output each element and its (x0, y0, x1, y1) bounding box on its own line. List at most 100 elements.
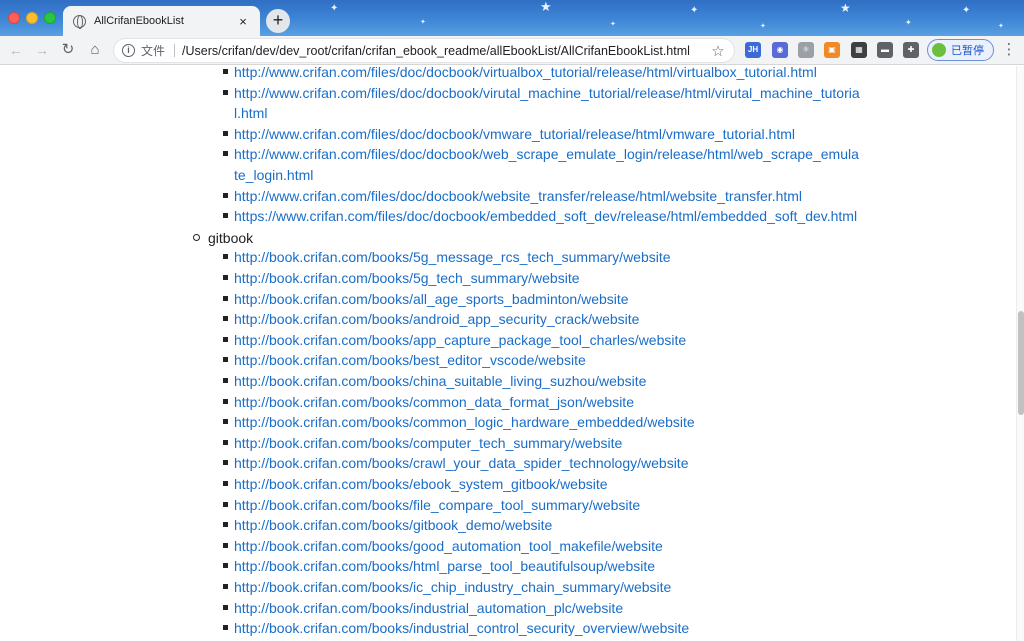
ebook-link[interactable]: http://www.crifan.com/files/doc/docbook/… (234, 126, 795, 142)
star-decoration: ✦ (962, 5, 971, 16)
url-text[interactable]: /Users/crifan/dev/dev_root/crifan/crifan… (182, 44, 710, 58)
window-maximize-button[interactable] (44, 12, 56, 24)
square-bullet-icon (223, 89, 228, 95)
ebook-link[interactable]: http://book.crifan.com/books/5g_message_… (234, 249, 671, 265)
window-minimize-button[interactable] (26, 12, 38, 24)
address-bar[interactable]: i 文件 /Users/crifan/dev/dev_root/crifan/c… (113, 38, 735, 63)
square-bullet-icon (223, 69, 228, 74)
ebook-link[interactable]: http://www.crifan.com/files/doc/docbook/… (234, 188, 802, 204)
square-bullet-icon (223, 130, 228, 136)
new-tab-button[interactable]: + (266, 9, 290, 33)
profile-paused-button[interactable]: 已暂停 (927, 39, 994, 61)
react-extension-icon[interactable]: ⚛ (798, 42, 814, 58)
list-item: http://book.crifan.com/books/ic_chip_ind… (223, 577, 862, 598)
ebook-link[interactable]: http://book.crifan.com/books/app_capture… (234, 332, 686, 348)
square-bullet-icon (223, 192, 228, 198)
list-item: http://book.crifan.com/books/crawl_your_… (223, 453, 862, 474)
address-divider (174, 44, 176, 57)
ebook-link[interactable]: https://www.crifan.com/files/doc/docbook… (234, 208, 857, 224)
ebook-link[interactable]: http://book.crifan.com/books/ebook_syste… (234, 476, 608, 492)
star-decoration: ✦ (905, 18, 912, 27)
star-decoration: ✦ (760, 23, 766, 30)
list-item: http://book.crifan.com/books/file_compar… (223, 495, 862, 516)
ebook-link[interactable]: http://book.crifan.com/books/android_app… (234, 311, 639, 327)
ebook-link[interactable]: http://book.crifan.com/books/ic_chip_ind… (234, 579, 671, 595)
vertical-scrollbar[interactable] (1016, 66, 1024, 641)
ebook-link[interactable]: http://book.crifan.com/books/html_parse_… (234, 558, 655, 574)
list-item: http://book.crifan.com/books/computer_te… (223, 433, 862, 454)
qr-code-icon[interactable]: ▦ (851, 42, 867, 58)
ebook-link[interactable]: http://book.crifan.com/books/good_automa… (234, 538, 663, 554)
ebook-link[interactable]: http://book.crifan.com/books/industrial_… (234, 600, 623, 616)
window-extension-icon[interactable]: ▬ (877, 42, 893, 58)
ebook-link[interactable]: http://www.crifan.com/files/doc/docbook/… (234, 66, 817, 80)
list-item: http://book.crifan.com/books/industrial_… (223, 598, 862, 619)
square-bullet-icon (223, 419, 228, 425)
square-bullet-icon (223, 584, 228, 589)
square-bullet-icon (223, 604, 228, 610)
square-bullet-icon (223, 563, 228, 569)
square-bullet-icon (223, 336, 228, 342)
puzzle-icon[interactable]: ✚ (903, 42, 919, 58)
browser-toolbar: ← → ↻ ⌂ i 文件 /Users/crifan/dev/dev_root/… (0, 36, 1024, 65)
ebook-link[interactable]: http://book.crifan.com/books/best_editor… (234, 352, 586, 368)
ebook-link[interactable]: http://www.crifan.com/files/doc/docbook/… (234, 85, 860, 122)
globe-icon (73, 14, 86, 29)
forward-button[interactable]: → (32, 40, 52, 60)
square-bullet-icon (223, 213, 228, 219)
page-viewport: http://www.crifan.com/files/doc/docbook/… (0, 66, 1016, 641)
square-bullet-icon (223, 378, 228, 383)
square-bullet-icon (223, 460, 228, 466)
ebook-link[interactable]: http://book.crifan.com/books/common_data… (234, 394, 634, 410)
home-button[interactable]: ⌂ (85, 40, 105, 60)
profile-status-label: 已暂停 (951, 45, 984, 57)
ebook-link[interactable]: http://book.crifan.com/books/common_logi… (234, 414, 695, 430)
browser-tab[interactable]: AllCrifanEbookList × (63, 6, 260, 36)
square-bullet-icon (223, 254, 228, 260)
ebook-link[interactable]: http://book.crifan.com/books/file_compar… (234, 497, 640, 513)
window-close-button[interactable] (8, 12, 20, 24)
ebook-link[interactable]: http://book.crifan.com/books/5g_tech_sum… (234, 270, 580, 286)
square-bullet-icon (223, 439, 228, 445)
star-decoration: ✦ (998, 23, 1004, 30)
square-bullet-icon (223, 542, 228, 548)
back-button[interactable]: ← (6, 40, 26, 60)
list-item: http://book.crifan.com/books/5g_tech_sum… (223, 268, 862, 289)
ebook-link[interactable]: http://book.crifan.com/books/crawl_your_… (234, 455, 688, 471)
star-decoration: ✦ (420, 19, 426, 26)
ebook-link[interactable]: http://book.crifan.com/books/industrial_… (234, 620, 689, 636)
square-bullet-icon (223, 501, 228, 507)
info-icon[interactable]: i (122, 44, 135, 57)
list-item: http://book.crifan.com/books/good_automa… (223, 536, 862, 557)
list-item: http://book.crifan.com/books/html_parse_… (223, 556, 862, 577)
list-item: http://book.crifan.com/books/5g_message_… (223, 247, 862, 268)
avatar (932, 43, 946, 57)
bookmark-star-icon[interactable]: ☆ (710, 42, 726, 60)
square-bullet-icon (223, 522, 228, 528)
square-bullet-icon (223, 625, 228, 631)
square-bullet-icon (223, 316, 228, 322)
list-item: http://www.crifan.com/files/doc/docbook/… (223, 66, 862, 83)
ebook-link[interactable]: http://book.crifan.com/books/all_age_spo… (234, 291, 629, 307)
tab-close-icon[interactable]: × (236, 14, 250, 29)
star-decoration: ★ (540, 0, 552, 14)
reload-button[interactable]: ↻ (58, 40, 78, 60)
scheme-label: 文件 (141, 44, 166, 58)
list-item: http://book.crifan.com/books/gitbook_dem… (223, 515, 862, 536)
gitbook-label-text: gitbook (208, 229, 254, 246)
square-bullet-icon (223, 151, 228, 157)
browser-menu-icon[interactable]: ⋮ (1001, 40, 1017, 60)
list-item: http://www.crifan.com/files/doc/docbook/… (223, 144, 862, 185)
orange-extension-icon[interactable]: ▣ (824, 42, 840, 58)
list-item: http://book.crifan.com/books/industrial_… (223, 618, 862, 639)
ebook-link[interactable]: http://www.crifan.com/files/doc/docbook/… (234, 146, 859, 183)
translate-extension-icon[interactable]: ◉ (772, 42, 788, 58)
ebook-link[interactable]: http://book.crifan.com/books/computer_te… (234, 435, 622, 451)
list-item: http://www.crifan.com/files/doc/docbook/… (223, 124, 862, 145)
scrollbar-thumb[interactable] (1018, 311, 1024, 415)
square-bullet-icon (223, 295, 228, 301)
list-item: http://book.crifan.com/books/common_data… (223, 392, 862, 413)
ebook-link[interactable]: http://book.crifan.com/books/china_suita… (234, 373, 646, 389)
ebook-link[interactable]: http://book.crifan.com/books/gitbook_dem… (234, 517, 552, 533)
jh-extension-icon[interactable]: JH (745, 42, 761, 58)
